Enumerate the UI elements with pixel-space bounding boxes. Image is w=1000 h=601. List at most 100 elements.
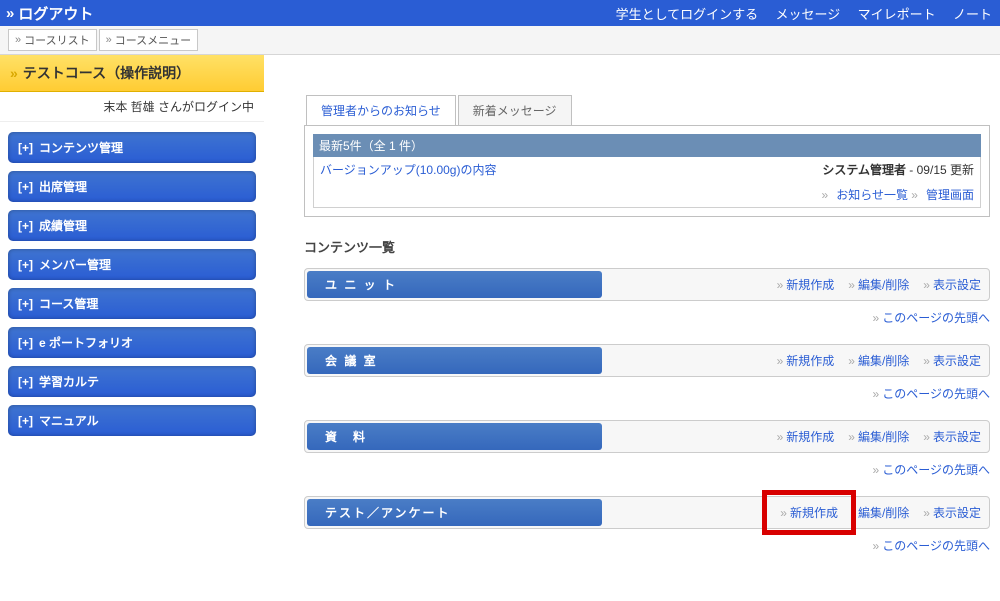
page-top-link: このページの先頭へ (304, 461, 990, 478)
link-label: 編集/削除 (858, 504, 909, 521)
expand-icon: [+] (18, 141, 33, 155)
test-display-link[interactable]: 表示設定 (923, 504, 981, 521)
logout-label: ログアウト (18, 3, 93, 24)
logout-link[interactable]: ログアウト (6, 3, 93, 24)
link-label: 編集/削除 (858, 352, 909, 369)
breadcrumb-course-list[interactable]: コースリスト (8, 29, 97, 51)
link-label: 新規作成 (786, 352, 834, 369)
chevron-icon (780, 506, 787, 520)
top-bar: ログアウト 学生としてログインする メッセージ マイレポート ノート (0, 0, 1000, 26)
logged-in-label: 末本 哲雄 さんがログイン中 (0, 92, 264, 122)
page-top-anchor[interactable]: このページの先頭へ (882, 463, 990, 477)
notes-link[interactable]: ノート (953, 7, 992, 22)
page-top-anchor[interactable]: このページの先頭へ (882, 311, 990, 325)
chevron-icon (873, 387, 880, 401)
sidebar-item-grades[interactable]: [+] 成績管理 (8, 210, 256, 241)
news-links: お知らせ一覧 管理画面 (314, 182, 980, 207)
news-item-meta: システム管理者 - 09/15 更新 (822, 161, 974, 178)
tab-bar: 管理者からのお知らせ 新着メッセージ (306, 95, 990, 125)
sidebar-item-contents[interactable]: [+] コンテンツ管理 (8, 132, 256, 163)
chevron-icon (923, 430, 930, 444)
chevron-icon (923, 354, 930, 368)
my-reports-link[interactable]: マイレポート (858, 7, 936, 22)
chevron-icon (873, 463, 880, 477)
page-top-anchor[interactable]: このページの先頭へ (882, 539, 990, 553)
link-label: 表示設定 (933, 352, 981, 369)
sidebar-item-attendance[interactable]: [+] 出席管理 (8, 171, 256, 202)
breadcrumb: コースリスト コースメニュー (0, 26, 1000, 55)
news-head: 最新5件（全 1 件） (313, 134, 981, 157)
sidebar-item-label: 学習カルテ (39, 373, 99, 390)
material-create-link[interactable]: 新規作成 (777, 428, 835, 445)
chevron-icon (848, 278, 855, 292)
chevron-icon (923, 506, 930, 520)
material-display-link[interactable]: 表示設定 (923, 428, 981, 445)
sidebar-item-label: コンテンツ管理 (39, 139, 123, 156)
breadcrumb-label: コースメニュー (115, 32, 191, 48)
sidebar-item-manual[interactable]: [+] マニュアル (8, 405, 256, 436)
sidebar-item-portfolio[interactable]: [+] e ポートフォリオ (8, 327, 256, 358)
news-admin-link[interactable]: 管理画面 (926, 188, 974, 202)
chevron-icon (923, 278, 930, 292)
expand-icon: [+] (18, 414, 33, 428)
block-unit: ユ ニ ッ ト 新規作成 編集/削除 表示設定 (304, 268, 990, 301)
block-pill-meeting: 会 議 室 (307, 347, 602, 374)
expand-icon: [+] (18, 297, 33, 311)
page-top-anchor[interactable]: このページの先頭へ (882, 387, 990, 401)
chevron-icon (911, 188, 918, 202)
link-label: 新規作成 (790, 504, 838, 521)
news-item-link[interactable]: バージョンアップ(10.00g)の内容 (320, 161, 496, 178)
expand-icon: [+] (18, 336, 33, 350)
test-create-link[interactable]: 新規作成 (780, 504, 838, 521)
block-pill-unit: ユ ニ ッ ト (307, 271, 602, 298)
expand-icon: [+] (18, 258, 33, 272)
tab-admin-notice[interactable]: 管理者からのお知らせ (306, 95, 456, 125)
material-edit-link[interactable]: 編集/削除 (848, 428, 909, 445)
meeting-display-link[interactable]: 表示設定 (923, 352, 981, 369)
chevron-icon (10, 65, 18, 81)
messages-link[interactable]: メッセージ (776, 7, 841, 22)
expand-icon: [+] (18, 180, 33, 194)
news-all-link[interactable]: お知らせ一覧 (836, 188, 908, 202)
breadcrumb-course-menu[interactable]: コースメニュー (99, 29, 199, 51)
chevron-icon (873, 539, 880, 553)
unit-create-link[interactable]: 新規作成 (777, 276, 835, 293)
tab-new-messages[interactable]: 新着メッセージ (458, 95, 572, 125)
chevron-icon (848, 430, 855, 444)
sidebar-item-label: e ポートフォリオ (39, 334, 133, 351)
chevron-icon (6, 5, 14, 22)
expand-icon: [+] (18, 219, 33, 233)
sidebar: テストコース（操作説明） 末本 哲雄 さんがログイン中 [+] コンテンツ管理 … (0, 55, 264, 582)
course-title-label: テストコース（操作説明） (23, 63, 190, 83)
highlight-box: 新規作成 (766, 494, 852, 531)
sidebar-item-label: コース管理 (39, 295, 98, 312)
news-row: バージョンアップ(10.00g)の内容 システム管理者 - 09/15 更新 (314, 157, 980, 182)
page-top-link: このページの先頭へ (304, 385, 990, 402)
sidebar-menu: [+] コンテンツ管理 [+] 出席管理 [+] 成績管理 [+] メンバー管理… (0, 122, 264, 454)
link-label: 表示設定 (933, 428, 981, 445)
link-label: 表示設定 (933, 504, 981, 521)
sidebar-item-course[interactable]: [+] コース管理 (8, 288, 256, 319)
unit-display-link[interactable]: 表示設定 (923, 276, 981, 293)
meeting-edit-link[interactable]: 編集/削除 (848, 352, 909, 369)
login-as-student-link[interactable]: 学生としてログインする (616, 7, 759, 22)
chevron-icon (822, 188, 829, 202)
test-edit-link[interactable]: 編集/削除 (858, 504, 909, 521)
meeting-create-link[interactable]: 新規作成 (777, 352, 835, 369)
sidebar-item-members[interactable]: [+] メンバー管理 (8, 249, 256, 280)
chevron-icon (777, 430, 784, 444)
course-title: テストコース（操作説明） (0, 55, 264, 92)
block-pill-material: 資 料 (307, 423, 602, 450)
block-pill-test: テスト／アンケート (307, 499, 602, 526)
top-links: 学生としてログインする メッセージ マイレポート ノート (602, 4, 992, 23)
news-item-date: - 09/15 更新 (906, 163, 974, 177)
block-meeting: 会 議 室 新規作成 編集/削除 表示設定 (304, 344, 990, 377)
chevron-icon (777, 278, 784, 292)
sidebar-item-study-record[interactable]: [+] 学習カルテ (8, 366, 256, 397)
sidebar-item-label: 成績管理 (39, 217, 87, 234)
link-label: 新規作成 (786, 428, 834, 445)
unit-edit-link[interactable]: 編集/削除 (848, 276, 909, 293)
block-material: 資 料 新規作成 編集/削除 表示設定 (304, 420, 990, 453)
section-heading: コンテンツ一覧 (304, 237, 990, 256)
chevron-icon (15, 34, 21, 46)
